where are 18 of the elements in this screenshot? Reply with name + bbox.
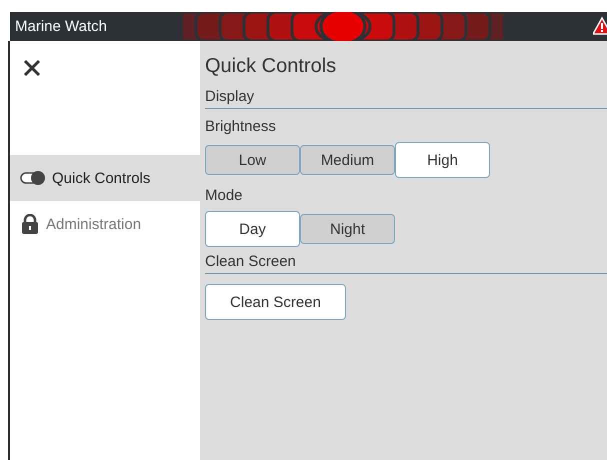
window-title: Marine Watch — [14, 18, 108, 35]
group-label: Brightness — [205, 117, 277, 137]
option-button[interactable]: Night — [300, 214, 395, 244]
section-heading: Clean Screen — [205, 249, 607, 274]
toggle-icon — [20, 171, 46, 185]
option-button[interactable]: Low — [205, 145, 300, 175]
clean-screen-button[interactable]: Clean Screen — [205, 284, 346, 320]
group-label: Mode — [205, 186, 244, 206]
option-button[interactable]: Day — [205, 211, 300, 247]
warning-icon[interactable] — [593, 16, 607, 36]
lock-icon — [20, 214, 40, 234]
page-title: Quick Controls — [205, 55, 338, 79]
sidebar-item[interactable]: Administration — [10, 201, 200, 247]
option-button[interactable]: Medium — [300, 145, 395, 175]
option-button[interactable]: High — [395, 142, 490, 178]
section-heading: Display — [205, 84, 607, 109]
close-icon[interactable] — [23, 59, 41, 77]
sidebar-item[interactable]: Quick Controls — [10, 155, 200, 201]
